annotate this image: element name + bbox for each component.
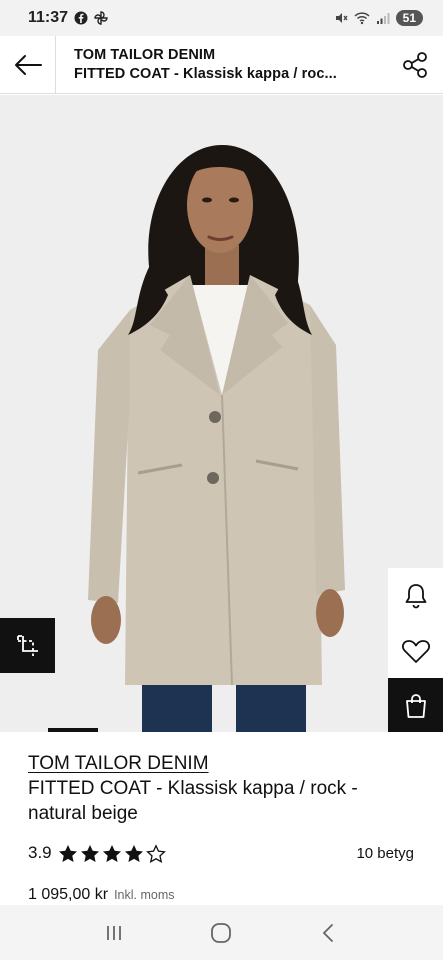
mute-icon <box>335 13 348 23</box>
rating-row[interactable]: 3.9 10 betyg <box>28 843 418 863</box>
status-time: 11:37 <box>28 9 69 26</box>
share-button[interactable] <box>387 36 443 94</box>
facebook-icon <box>74 11 88 25</box>
notify-button[interactable] <box>388 568 443 623</box>
wifi-icon <box>354 12 370 25</box>
share-icon <box>403 51 427 78</box>
back-button[interactable] <box>0 35 56 94</box>
product-title: FITTED COAT - Klassisk kappa / rock - na… <box>28 778 358 824</box>
wishlist-button[interactable] <box>388 623 443 678</box>
shopping-bag-icon <box>405 693 426 718</box>
price: 1 095,00 kr <box>28 886 109 903</box>
product-image-carousel[interactable] <box>0 95 443 732</box>
star-filled-icon <box>102 844 121 862</box>
arrow-left-icon <box>14 54 42 75</box>
review-count[interactable]: 10 betyg <box>356 845 418 862</box>
price-row: 1 095,00 kr Inkl. moms <box>28 886 175 904</box>
battery-indicator: 51 <box>395 10 423 26</box>
star-filled-icon <box>80 844 99 862</box>
product-info: TOM TAILOR DENIM FITTED COAT - Klassisk … <box>28 752 418 826</box>
product-brand-link[interactable]: TOM TAILOR DENIM <box>28 752 418 776</box>
star-filled-icon <box>58 844 77 862</box>
star-filled-icon <box>124 844 143 862</box>
rating-value: 3.9 <box>28 843 52 862</box>
crop-expand-icon <box>16 634 38 656</box>
carousel-indicator <box>48 728 98 732</box>
bell-icon <box>405 583 426 608</box>
heart-icon <box>401 639 430 663</box>
pinwheel-icon <box>94 11 108 25</box>
top-app-bar: TOM TAILOR DENIM FITTED COAT - Klassisk … <box>0 35 443 94</box>
header-title-block: TOM TAILOR DENIM FITTED COAT - Klassisk … <box>56 46 387 84</box>
system-navigation-bar <box>0 905 443 960</box>
header-product-name: FITTED COAT - Klassisk kappa / roc... <box>74 65 337 82</box>
recent-apps-icon[interactable] <box>103 923 125 943</box>
product-photo <box>0 95 443 732</box>
status-bar: 11:37 51 <box>0 0 443 36</box>
rating-stars <box>58 843 166 863</box>
price-note: Inkl. moms <box>114 888 175 902</box>
back-nav-icon[interactable] <box>318 922 340 944</box>
star-outline-icon <box>145 843 166 863</box>
view-similar-button[interactable] <box>0 618 55 673</box>
signal-icon <box>376 13 390 24</box>
home-icon[interactable] <box>210 922 232 944</box>
header-brand: TOM TAILOR DENIM <box>74 46 216 63</box>
add-to-bag-button[interactable] <box>388 678 443 732</box>
